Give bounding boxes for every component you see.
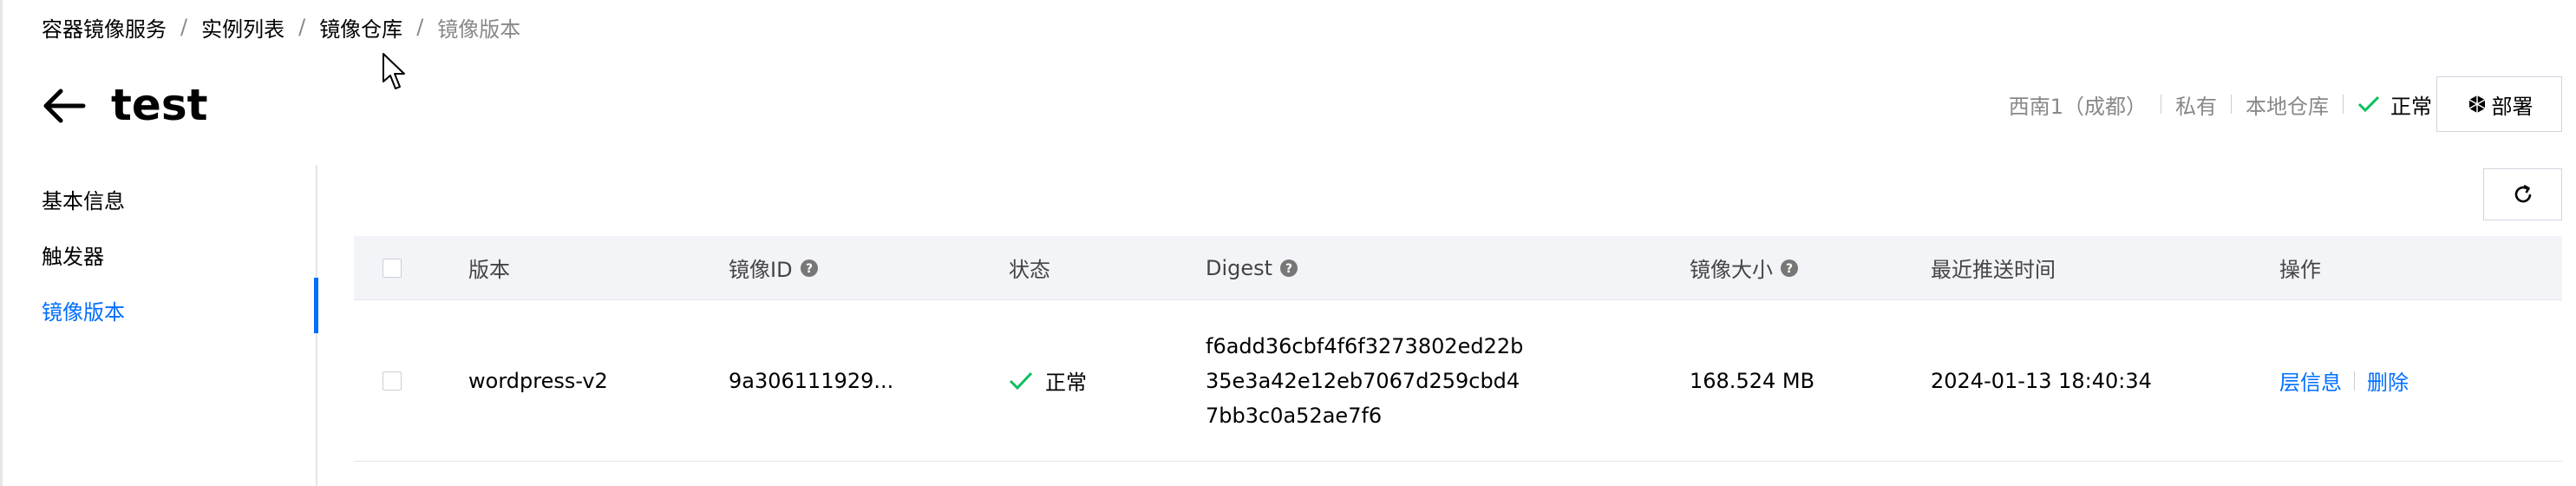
action-divider — [2354, 371, 2355, 391]
cell-status: 正常 — [1009, 300, 1087, 461]
column-header-digest-label: Digest — [1206, 255, 1273, 280]
refresh-button[interactable] — [2483, 168, 2562, 220]
page: 容器镜像服务 / 实例列表 / 镜像仓库 / 镜像版本 test 西南1（成都）… — [0, 0, 2576, 486]
breadcrumb-item-repositories[interactable]: 镜像仓库 — [319, 12, 402, 43]
meta-divider — [2343, 95, 2344, 114]
digest-line: f6add36cbf4f6f3273802ed22b — [1206, 333, 1524, 358]
repository-status: 正常 — [2357, 89, 2432, 120]
help-circle-icon[interactable]: ? — [1279, 259, 1298, 278]
region-label: 西南1（成都） — [2008, 94, 2147, 119]
column-header-version[interactable]: 版本 — [468, 236, 510, 299]
delete-link[interactable]: 删除 — [2367, 365, 2409, 396]
meta-divider — [2231, 95, 2232, 114]
breadcrumb-item-instances[interactable]: 实例列表 — [201, 12, 284, 43]
check-icon — [1009, 371, 1033, 390]
svg-text:?: ? — [1285, 262, 1292, 276]
breadcrumb: 容器镜像服务 / 实例列表 / 镜像仓库 / 镜像版本 — [42, 12, 520, 42]
cell-version: wordpress-v2 — [468, 368, 608, 393]
deploy-button-label: 部署 — [2491, 94, 2534, 119]
cell-status-text: 正常 — [1045, 371, 1087, 395]
column-header-pushed-at[interactable]: 最近推送时间 — [1931, 236, 2056, 299]
table-header: 版本 镜像ID ? 状态 Digest ? 镜像大小 ? 最近推送时间 操作 — [354, 236, 2562, 300]
layer-info-link[interactable]: 层信息 — [2279, 365, 2342, 396]
sidebar-item-basic-info[interactable]: 基本信息 — [42, 184, 125, 219]
sidebar-active-indicator — [314, 278, 318, 333]
select-all-checkbox[interactable] — [382, 258, 402, 278]
cell-actions: 层信息 删除 — [2279, 300, 2409, 461]
breadcrumb-separator: / — [298, 15, 306, 39]
svg-text:?: ? — [806, 262, 813, 276]
column-header-size-label: 镜像大小 — [1690, 258, 1773, 282]
refresh-icon — [2514, 184, 2531, 203]
column-header-size: 镜像大小 ? — [1690, 236, 1799, 299]
check-icon — [2357, 95, 2380, 113]
column-header-digest: Digest ? — [1206, 236, 1298, 299]
sidebar: 基本信息 触发器 镜像版本 — [0, 165, 319, 486]
digest-line: 35e3a42e12eb7067d259cbd4 — [1206, 368, 1520, 393]
deploy-button[interactable]: 部署 — [2436, 76, 2562, 132]
repository-meta: 西南1（成都） 私有 本地仓库 正常 — [2009, 87, 2432, 122]
breadcrumb-current: 镜像版本 — [437, 16, 521, 42]
breadcrumb-separator: / — [180, 15, 188, 39]
sidebar-item-image-versions[interactable]: 镜像版本 — [42, 295, 125, 330]
sidebar-item-triggers[interactable]: 触发器 — [42, 240, 104, 274]
image-version-table: 版本 镜像ID ? 状态 Digest ? 镜像大小 ? 最近推送时间 操作 w… — [354, 236, 2562, 462]
help-circle-icon[interactable]: ? — [1780, 259, 1799, 278]
row-select-cell — [382, 300, 402, 461]
row-checkbox[interactable] — [382, 371, 402, 391]
mouse-cursor-icon — [382, 53, 405, 89]
page-title: test — [111, 80, 208, 130]
cell-size: 168.524 MB — [1690, 368, 1815, 393]
cube-icon — [2468, 95, 2485, 113]
svg-text:?: ? — [1786, 262, 1793, 276]
column-header-image-id-label: 镜像ID — [729, 258, 793, 282]
cell-image-id: 9a306111929... — [729, 368, 894, 393]
table-row: wordpress-v2 9a306111929... 正常 f6add36cb… — [354, 300, 2562, 462]
visibility-label: 私有 — [2175, 94, 2217, 119]
column-header-image-id: 镜像ID ? — [729, 236, 819, 299]
column-header-status: 状态 — [1009, 258, 1050, 282]
repo-type-label: 本地仓库 — [2246, 94, 2329, 119]
header-select-cell — [382, 236, 402, 299]
digest-line: 7bb3c0a52ae7f6 — [1206, 403, 1383, 428]
cell-pushed-at: 2024-01-13 18:40:34 — [1931, 368, 2152, 393]
back-arrow-icon[interactable] — [42, 87, 87, 125]
column-header-actions: 操作 — [2279, 258, 2321, 282]
help-circle-icon[interactable]: ? — [800, 259, 819, 278]
breadcrumb-separator: / — [416, 15, 424, 39]
repository-status-text: 正常 — [2390, 94, 2432, 119]
cell-digest: f6add36cbf4f6f3273802ed22b 35e3a42e12eb7… — [1206, 300, 1523, 461]
breadcrumb-item-service[interactable]: 容器镜像服务 — [42, 12, 167, 43]
